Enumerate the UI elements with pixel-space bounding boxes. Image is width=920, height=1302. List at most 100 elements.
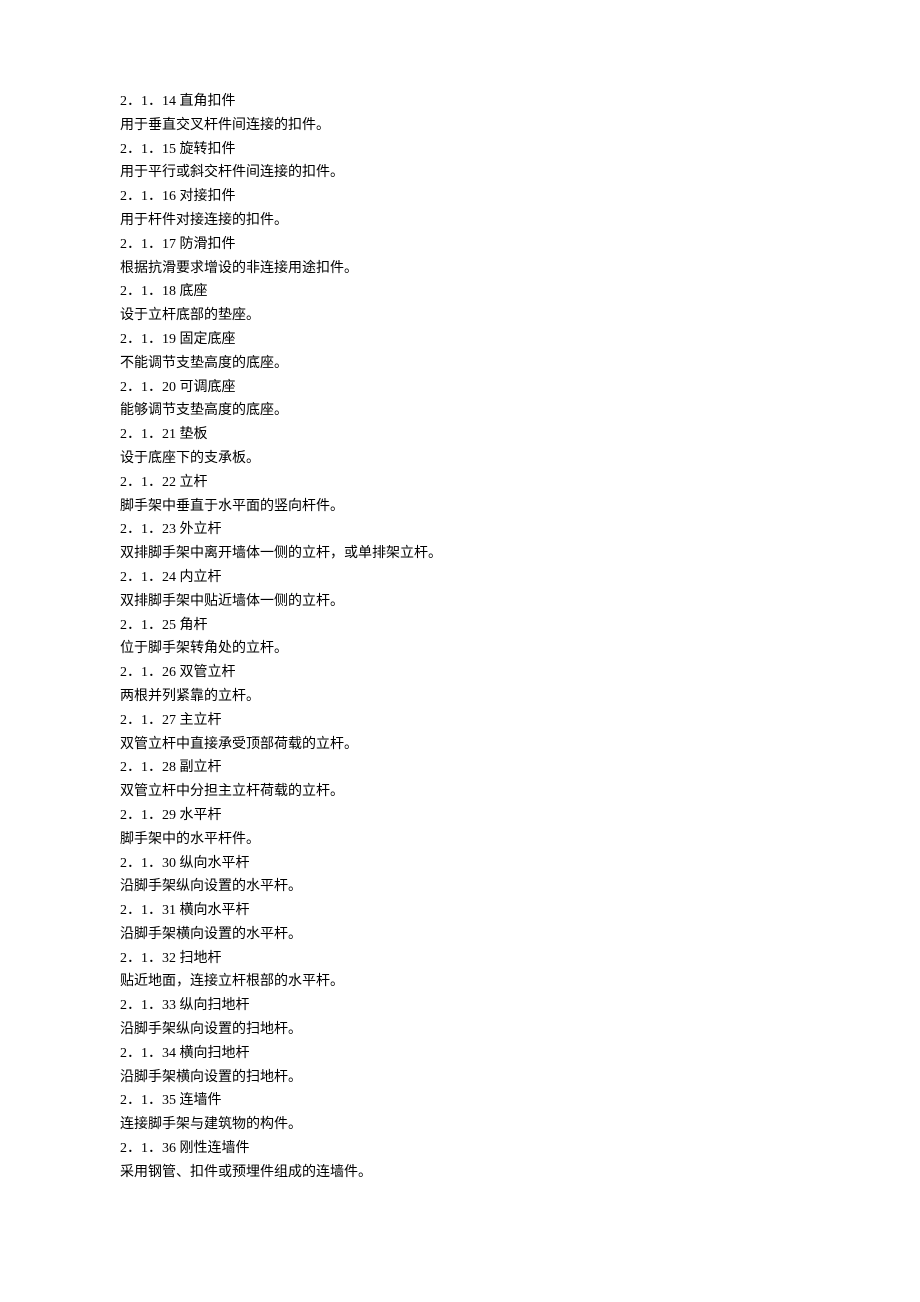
term-definition: 采用钢管、扣件或预埋件组成的连墙件。 — [120, 1161, 800, 1185]
document-page: 2．1．14 直角扣件用于垂直交叉杆件间连接的扣件。2．1．15 旋转扣件用于平… — [0, 0, 920, 1302]
term-heading: 2．1．30 纵向水平杆 — [120, 852, 800, 876]
definition-entry: 2．1．18 底座设于立杆底部的垫座。 — [120, 280, 800, 328]
term-heading: 2．1．29 水平杆 — [120, 804, 800, 828]
definition-entry: 2．1．29 水平杆脚手架中的水平杆件。 — [120, 804, 800, 852]
term-number: 2．1．35 — [120, 1093, 176, 1108]
term-number: 2．1．15 — [120, 142, 176, 157]
term-number: 2．1．22 — [120, 475, 176, 490]
term-name: 纵向扫地杆 — [180, 998, 250, 1013]
definition-entry: 2．1．24 内立杆双排脚手架中贴近墙体一侧的立杆。 — [120, 566, 800, 614]
definition-entry: 2．1．20 可调底座能够调节支垫高度的底座。 — [120, 376, 800, 424]
term-heading: 2．1．26 双管立杆 — [120, 661, 800, 685]
term-definition: 位于脚手架转角处的立杆。 — [120, 637, 800, 661]
term-heading: 2．1．15 旋转扣件 — [120, 138, 800, 162]
term-name: 横向扫地杆 — [180, 1046, 250, 1061]
term-number: 2．1．36 — [120, 1141, 176, 1156]
term-number: 2．1．28 — [120, 760, 176, 775]
term-definition: 双排脚手架中离开墙体一侧的立杆，或单排架立杆。 — [120, 542, 800, 566]
term-name: 底座 — [180, 284, 208, 299]
definition-entry: 2．1．32 扫地杆贴近地面，连接立杆根部的水平杆。 — [120, 947, 800, 995]
term-definition: 不能调节支垫高度的底座。 — [120, 352, 800, 376]
term-number: 2．1．21 — [120, 427, 176, 442]
term-definition: 沿脚手架纵向设置的扫地杆。 — [120, 1018, 800, 1042]
definition-entry: 2．1．30 纵向水平杆沿脚手架纵向设置的水平杆。 — [120, 852, 800, 900]
definition-entry: 2．1．36 刚性连墙件采用钢管、扣件或预埋件组成的连墙件。 — [120, 1137, 800, 1185]
term-name: 可调底座 — [180, 380, 236, 395]
term-number: 2．1．19 — [120, 332, 176, 347]
term-heading: 2．1．16 对接扣件 — [120, 185, 800, 209]
term-name: 纵向水平杆 — [180, 856, 250, 871]
term-name: 角杆 — [180, 618, 208, 633]
term-definition: 脚手架中的水平杆件。 — [120, 828, 800, 852]
term-definition: 脚手架中垂直于水平面的竖向杆件。 — [120, 495, 800, 519]
term-heading: 2．1．34 横向扫地杆 — [120, 1042, 800, 1066]
term-name: 对接扣件 — [180, 189, 236, 204]
term-name: 双管立杆 — [180, 665, 236, 680]
term-heading: 2．1．17 防滑扣件 — [120, 233, 800, 257]
term-heading: 2．1．14 直角扣件 — [120, 90, 800, 114]
term-definition: 沿脚手架横向设置的扫地杆。 — [120, 1066, 800, 1090]
term-name: 垫板 — [180, 427, 208, 442]
term-heading: 2．1．36 刚性连墙件 — [120, 1137, 800, 1161]
definition-entry: 2．1．19 固定底座不能调节支垫高度的底座。 — [120, 328, 800, 376]
term-number: 2．1．17 — [120, 237, 176, 252]
term-definition: 用于平行或斜交杆件间连接的扣件。 — [120, 161, 800, 185]
term-name: 扫地杆 — [180, 951, 222, 966]
term-name: 直角扣件 — [180, 94, 236, 109]
term-heading: 2．1．21 垫板 — [120, 423, 800, 447]
term-definition: 沿脚手架纵向设置的水平杆。 — [120, 875, 800, 899]
term-name: 主立杆 — [180, 713, 222, 728]
term-definition: 设于立杆底部的垫座。 — [120, 304, 800, 328]
term-definition: 连接脚手架与建筑物的构件。 — [120, 1113, 800, 1137]
definition-entry: 2．1．35 连墙件连接脚手架与建筑物的构件。 — [120, 1089, 800, 1137]
term-number: 2．1．34 — [120, 1046, 176, 1061]
term-definition: 双排脚手架中贴近墙体一侧的立杆。 — [120, 590, 800, 614]
term-heading: 2．1．33 纵向扫地杆 — [120, 994, 800, 1018]
term-heading: 2．1．28 副立杆 — [120, 756, 800, 780]
term-name: 副立杆 — [180, 760, 222, 775]
term-number: 2．1．18 — [120, 284, 176, 299]
term-heading: 2．1．22 立杆 — [120, 471, 800, 495]
term-definition: 设于底座下的支承板。 — [120, 447, 800, 471]
term-definition: 双管立杆中分担主立杆荷载的立杆。 — [120, 780, 800, 804]
term-heading: 2．1．23 外立杆 — [120, 518, 800, 542]
term-heading: 2．1．25 角杆 — [120, 614, 800, 638]
term-number: 2．1．25 — [120, 618, 176, 633]
term-number: 2．1．33 — [120, 998, 176, 1013]
definitions-list: 2．1．14 直角扣件用于垂直交叉杆件间连接的扣件。2．1．15 旋转扣件用于平… — [120, 90, 800, 1185]
term-number: 2．1．27 — [120, 713, 176, 728]
term-number: 2．1．30 — [120, 856, 176, 871]
term-definition: 双管立杆中直接承受顶部荷载的立杆。 — [120, 733, 800, 757]
term-heading: 2．1．24 内立杆 — [120, 566, 800, 590]
term-definition: 用于杆件对接连接的扣件。 — [120, 209, 800, 233]
definition-entry: 2．1．22 立杆脚手架中垂直于水平面的竖向杆件。 — [120, 471, 800, 519]
definition-entry: 2．1．17 防滑扣件根据抗滑要求增设的非连接用途扣件。 — [120, 233, 800, 281]
term-name: 防滑扣件 — [180, 237, 236, 252]
term-heading: 2．1．27 主立杆 — [120, 709, 800, 733]
definition-entry: 2．1．21 垫板设于底座下的支承板。 — [120, 423, 800, 471]
definition-entry: 2．1．26 双管立杆两根并列紧靠的立杆。 — [120, 661, 800, 709]
term-definition: 能够调节支垫高度的底座。 — [120, 399, 800, 423]
definition-entry: 2．1．23 外立杆双排脚手架中离开墙体一侧的立杆，或单排架立杆。 — [120, 518, 800, 566]
definition-entry: 2．1．31 横向水平杆沿脚手架横向设置的水平杆。 — [120, 899, 800, 947]
definition-entry: 2．1．34 横向扫地杆沿脚手架横向设置的扫地杆。 — [120, 1042, 800, 1090]
definition-entry: 2．1．25 角杆位于脚手架转角处的立杆。 — [120, 614, 800, 662]
term-heading: 2．1．31 横向水平杆 — [120, 899, 800, 923]
term-name: 旋转扣件 — [180, 142, 236, 157]
term-definition: 贴近地面，连接立杆根部的水平杆。 — [120, 970, 800, 994]
term-number: 2．1．32 — [120, 951, 176, 966]
term-number: 2．1．29 — [120, 808, 176, 823]
term-number: 2．1．16 — [120, 189, 176, 204]
term-heading: 2．1．19 固定底座 — [120, 328, 800, 352]
definition-entry: 2．1．14 直角扣件用于垂直交叉杆件间连接的扣件。 — [120, 90, 800, 138]
term-name: 内立杆 — [180, 570, 222, 585]
term-definition: 沿脚手架横向设置的水平杆。 — [120, 923, 800, 947]
term-name: 固定底座 — [180, 332, 236, 347]
term-name: 刚性连墙件 — [180, 1141, 250, 1156]
definition-entry: 2．1．28 副立杆双管立杆中分担主立杆荷载的立杆。 — [120, 756, 800, 804]
definition-entry: 2．1．16 对接扣件用于杆件对接连接的扣件。 — [120, 185, 800, 233]
term-name: 立杆 — [180, 475, 208, 490]
term-number: 2．1．20 — [120, 380, 176, 395]
term-heading: 2．1．18 底座 — [120, 280, 800, 304]
definition-entry: 2．1．27 主立杆双管立杆中直接承受顶部荷载的立杆。 — [120, 709, 800, 757]
